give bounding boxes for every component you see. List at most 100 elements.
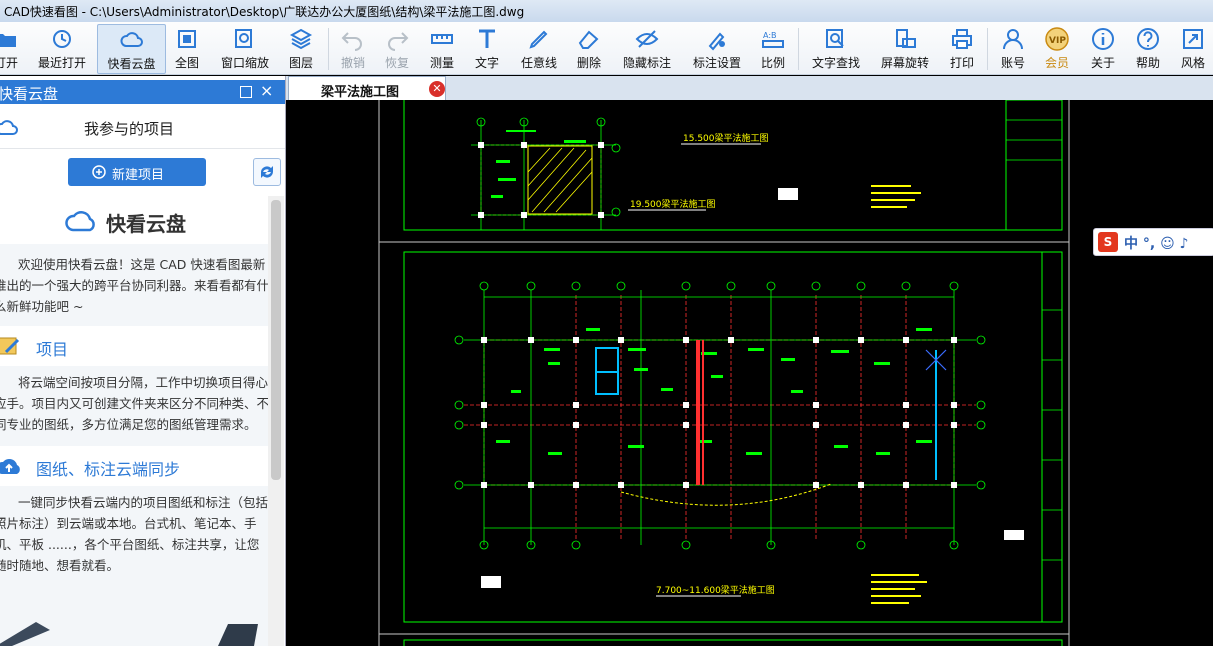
vip-button[interactable]: VIP 会员 xyxy=(1040,24,1074,72)
new-project-label: 新建项目 xyxy=(112,168,165,183)
main-plan: 7.700~11.600梁平法施工图 xyxy=(454,281,1024,604)
info-icon xyxy=(1092,28,1114,50)
restore-icon[interactable] xyxy=(240,86,252,98)
plan-title-15500: 15.500梁平法施工图 xyxy=(683,132,769,144)
folder-icon xyxy=(0,34,16,47)
tab-label: 梁平法施工图 xyxy=(321,85,400,100)
pen-icon xyxy=(529,30,548,49)
layers-button[interactable]: 图层 xyxy=(284,24,318,72)
eraser-icon xyxy=(578,30,599,49)
text-icon xyxy=(479,29,495,48)
measure-button[interactable]: 测量 xyxy=(425,24,459,72)
document-tabstrip: 梁平法施工图 ✕ xyxy=(286,76,1213,101)
cloud-logo-icon xyxy=(65,211,95,232)
tab-close-icon[interactable]: ✕ xyxy=(429,81,445,97)
redo-label: 恢复 xyxy=(384,56,409,70)
fit-button[interactable]: 全图 xyxy=(170,24,204,72)
undo-button[interactable]: 撤销 xyxy=(336,24,370,72)
window-zoom-label: 窗口缩放 xyxy=(220,56,269,70)
markup-settings-button[interactable]: 标注设置 xyxy=(688,24,746,72)
svg-text:A:B: A:B xyxy=(763,31,777,40)
drawing-canvas[interactable]: 15.500梁平法施工图 19.500梁平法施工图 7.700~11.600梁平… xyxy=(286,100,1213,646)
my-projects-row[interactable]: 我参与的项目 xyxy=(0,106,285,149)
undo-label: 撤销 xyxy=(340,56,365,70)
section-sync-text: 一键同步快看云端内的项目图纸和标注（包括照片标注）到云端或本地。台式机、笔记本、… xyxy=(0,495,268,573)
panel-title: 快看云盘 xyxy=(0,85,59,103)
ruler-icon xyxy=(431,34,453,44)
scale-button[interactable]: A:B 比例 xyxy=(756,24,790,72)
close-icon[interactable]: × xyxy=(260,81,273,100)
account-label: 账号 xyxy=(1000,56,1025,70)
devices-illustration xyxy=(0,622,258,646)
rotate-screen-label: 屏幕旋转 xyxy=(880,56,929,70)
about-label: 关于 xyxy=(1090,56,1115,70)
delete-button[interactable]: 删除 xyxy=(572,24,606,72)
vip-badge-text: VIP xyxy=(1049,36,1066,46)
redo-icon xyxy=(388,32,409,51)
plan-title-7700: 7.700~11.600梁平法施工图 xyxy=(656,584,775,596)
toolbar-divider xyxy=(987,28,988,70)
new-project-button[interactable]: 新建项目 xyxy=(68,158,206,186)
recent-button[interactable]: 最近打开 xyxy=(32,24,92,72)
intro-brand: 快看云盘 xyxy=(0,196,268,244)
markup-gear-icon xyxy=(708,32,725,51)
cloud-label: 快看云盘 xyxy=(107,57,156,71)
text-search-label: 文字查找 xyxy=(811,56,860,70)
recent-label: 最近打开 xyxy=(37,56,86,70)
print-button[interactable]: 打印 xyxy=(945,24,979,72)
rotate-screen-button[interactable]: 屏幕旋转 xyxy=(876,24,934,72)
upper-plan: 15.500梁平法施工图 19.500梁平法施工图 xyxy=(471,117,921,230)
cloud-icon xyxy=(0,120,18,135)
freeline-button[interactable]: 任意线 xyxy=(516,24,562,72)
zoom-window-icon xyxy=(235,29,252,48)
title-bar: CAD快速看图 - C:\Users\Administrator\Desktop… xyxy=(0,0,1213,22)
open-button[interactable]: 打开 xyxy=(0,24,26,72)
text-button[interactable]: 文字 xyxy=(470,24,504,72)
fit-all-icon xyxy=(178,30,196,48)
cloud-button[interactable]: 快看云盘 xyxy=(97,24,166,74)
cloud-panel: 快看云盘 × 我参与的项目 新建项目 快看云盘 欢迎使用快看云盘！这是 CAD … xyxy=(0,76,286,646)
section-projects-title: 项目 xyxy=(36,340,69,359)
panel-scrollbar[interactable] xyxy=(268,196,284,646)
search-doc-icon xyxy=(826,29,844,48)
scrollbar-thumb[interactable] xyxy=(271,200,281,480)
main-toolbar: 打开 最近打开 快看云盘 全图 窗口缩放 图层 撤销 恢复 测量 文字 任意线 xyxy=(0,22,1213,75)
style-button[interactable]: 风格 xyxy=(1176,24,1210,72)
sync-icon xyxy=(261,166,273,178)
account-button[interactable]: 账号 xyxy=(996,24,1030,72)
delete-label: 删除 xyxy=(576,56,601,70)
ime-toolbar[interactable]: S 中 °, ☺ ♪ xyxy=(1093,228,1213,256)
my-projects-label: 我参与的项目 xyxy=(84,120,175,138)
help-button[interactable]: 帮助 xyxy=(1131,24,1165,72)
user-icon xyxy=(1003,29,1023,50)
plan-title-19500: 19.500梁平法施工图 xyxy=(630,198,716,210)
toolbar-divider xyxy=(328,28,329,70)
sync-button[interactable] xyxy=(253,158,281,186)
hide-markup-label: 隐藏标注 xyxy=(622,56,671,70)
tab-beam-plan[interactable]: 梁平法施工图 ✕ xyxy=(288,76,446,101)
ime-status: 中 °, ☺ ♪ xyxy=(1124,236,1189,252)
section-sync-title: 图纸、标注云端同步 xyxy=(36,460,181,479)
vip-badge-icon: VIP xyxy=(1045,27,1069,51)
text-search-button[interactable]: 文字查找 xyxy=(808,24,864,72)
rotate-icon xyxy=(896,29,916,48)
about-button[interactable]: 关于 xyxy=(1086,24,1120,72)
hide-markup-button[interactable]: 隐藏标注 xyxy=(618,24,676,72)
cad-drawing: 15.500梁平法施工图 19.500梁平法施工图 7.700~11.600梁平… xyxy=(378,100,1070,646)
window-title: CAD快速看图 - C:\Users\Administrator\Desktop… xyxy=(4,5,525,19)
scale-icon: A:B xyxy=(762,31,784,48)
vip-label: 会员 xyxy=(1044,56,1069,70)
printer-icon xyxy=(952,29,972,49)
toolbar-divider xyxy=(798,28,799,70)
section-projects-text: 将云端空间按项目分隔，工作中切换项目得心应手。项目内又可创建文件夹来区分不同种类… xyxy=(0,375,268,432)
markup-settings-label: 标注设置 xyxy=(692,56,741,70)
freeline-label: 任意线 xyxy=(520,56,557,70)
scale-label: 比例 xyxy=(760,56,785,70)
redo-button[interactable]: 恢复 xyxy=(380,24,414,72)
cloud-icon xyxy=(119,32,143,47)
print-label: 打印 xyxy=(949,56,974,70)
window-zoom-button[interactable]: 窗口缩放 xyxy=(216,24,274,72)
intro-text: 欢迎使用快看云盘！这是 CAD 快速看图最新推出的一个强大的跨平台协同利器。来看… xyxy=(0,257,268,314)
layers-icon xyxy=(289,28,313,50)
fit-label: 全图 xyxy=(174,56,199,70)
